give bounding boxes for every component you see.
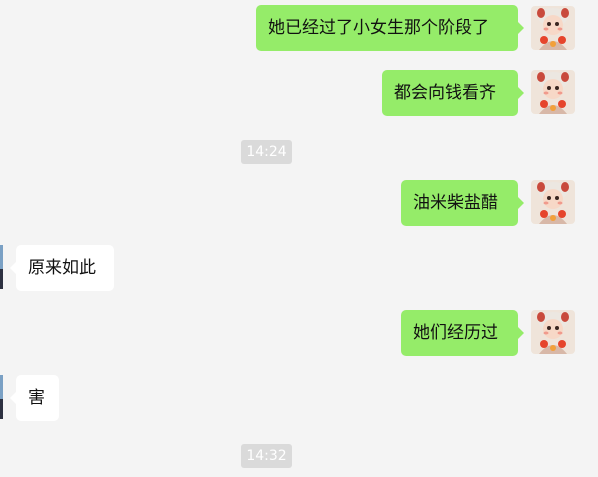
message-bubble-incoming[interactable]: 原来如此 — [10, 245, 114, 291]
message-row-outgoing: 油米柴盐醋 — [0, 180, 598, 226]
chat-message-list[interactable]: 她已经过了小女生那个阶段了 都会向钱看齐 14:24 油米柴盐醋 原来如此 她们… — [0, 0, 598, 477]
message-bubble-outgoing[interactable]: 都会向钱看齐 — [382, 70, 524, 116]
message-text: 油米柴盐醋 — [413, 193, 498, 213]
message-bubble-incoming[interactable]: 害 — [10, 375, 59, 421]
message-bubble-outgoing[interactable]: 她已经过了小女生那个阶段了 — [256, 5, 524, 51]
my-avatar-icon[interactable] — [531, 310, 575, 354]
their-avatar-icon[interactable] — [0, 375, 3, 419]
my-avatar-icon[interactable] — [531, 6, 575, 50]
my-avatar-icon[interactable] — [531, 70, 575, 114]
message-bubble-outgoing[interactable]: 油米柴盐醋 — [401, 180, 524, 226]
cartoon-girl-avatar-icon — [531, 310, 575, 354]
timestamp-label: 14:32 — [241, 444, 292, 468]
message-text: 原来如此 — [28, 258, 96, 278]
cartoon-girl-avatar-icon — [531, 6, 575, 50]
partial-avatar-icon — [0, 245, 3, 289]
message-text: 害 — [28, 388, 45, 408]
their-avatar-icon[interactable] — [0, 245, 3, 289]
timestamp-label: 14:24 — [241, 140, 292, 164]
my-avatar-icon[interactable] — [531, 180, 575, 224]
message-row-outgoing: 都会向钱看齐 — [0, 70, 598, 116]
message-text: 都会向钱看齐 — [394, 83, 496, 103]
message-text: 她已经过了小女生那个阶段了 — [268, 18, 489, 38]
message-row-incoming: 害 — [0, 375, 598, 421]
message-row-outgoing: 她已经过了小女生那个阶段了 — [0, 5, 598, 51]
message-text: 她们经历过 — [413, 323, 498, 343]
message-row-outgoing: 她们经历过 — [0, 310, 598, 356]
message-bubble-outgoing[interactable]: 她们经历过 — [401, 310, 524, 356]
partial-avatar-icon — [0, 375, 3, 419]
cartoon-girl-avatar-icon — [531, 180, 575, 224]
message-row-incoming: 原来如此 — [0, 245, 598, 291]
cartoon-girl-avatar-icon — [531, 70, 575, 114]
